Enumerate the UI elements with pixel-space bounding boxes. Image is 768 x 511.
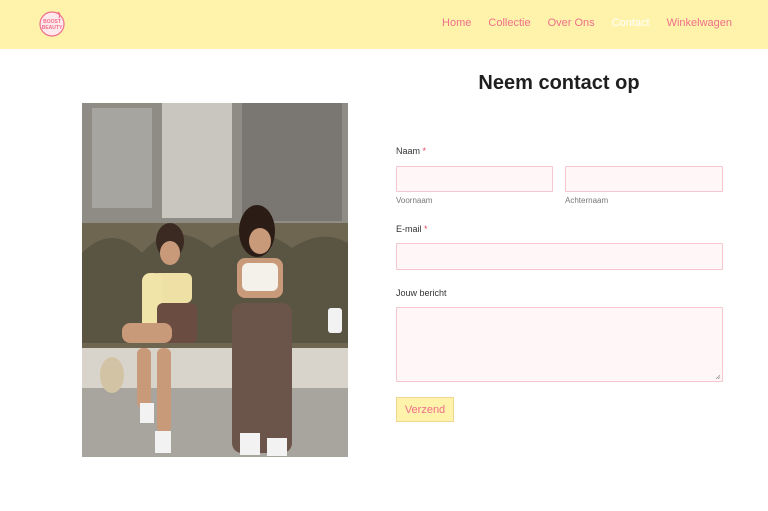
- email-label: E-mail *: [396, 224, 428, 234]
- resize-grip-icon[interactable]: [715, 374, 721, 380]
- nav-collectie[interactable]: Collectie: [488, 17, 530, 29]
- first-name-input[interactable]: [396, 166, 553, 192]
- nav-contact[interactable]: Contact: [612, 17, 650, 29]
- site-header: BOOST BEAUTY Home Collectie Over Ons Con…: [0, 0, 768, 49]
- nav-winkelwagen[interactable]: Winkelwagen: [667, 17, 732, 29]
- svg-text:BEAUTY: BEAUTY: [42, 25, 63, 31]
- name-label: Naam *: [396, 146, 427, 156]
- email-input[interactable]: [396, 243, 723, 270]
- nav-home[interactable]: Home: [442, 17, 471, 29]
- message-label: Jouw bericht: [396, 288, 447, 298]
- submit-button[interactable]: Verzend: [396, 397, 454, 422]
- last-name-input[interactable]: [565, 166, 723, 192]
- main-nav: Home Collectie Over Ons Contact Winkelwa…: [442, 17, 732, 29]
- page-title: Neem contact op: [478, 72, 640, 94]
- contact-photo: [82, 103, 348, 457]
- nav-over-ons[interactable]: Over Ons: [548, 17, 595, 29]
- last-name-sublabel: Achternaam: [565, 196, 609, 205]
- first-name-sublabel: Voornaam: [396, 196, 433, 205]
- message-textarea[interactable]: [396, 307, 723, 382]
- brand-logo[interactable]: BOOST BEAUTY: [36, 8, 68, 38]
